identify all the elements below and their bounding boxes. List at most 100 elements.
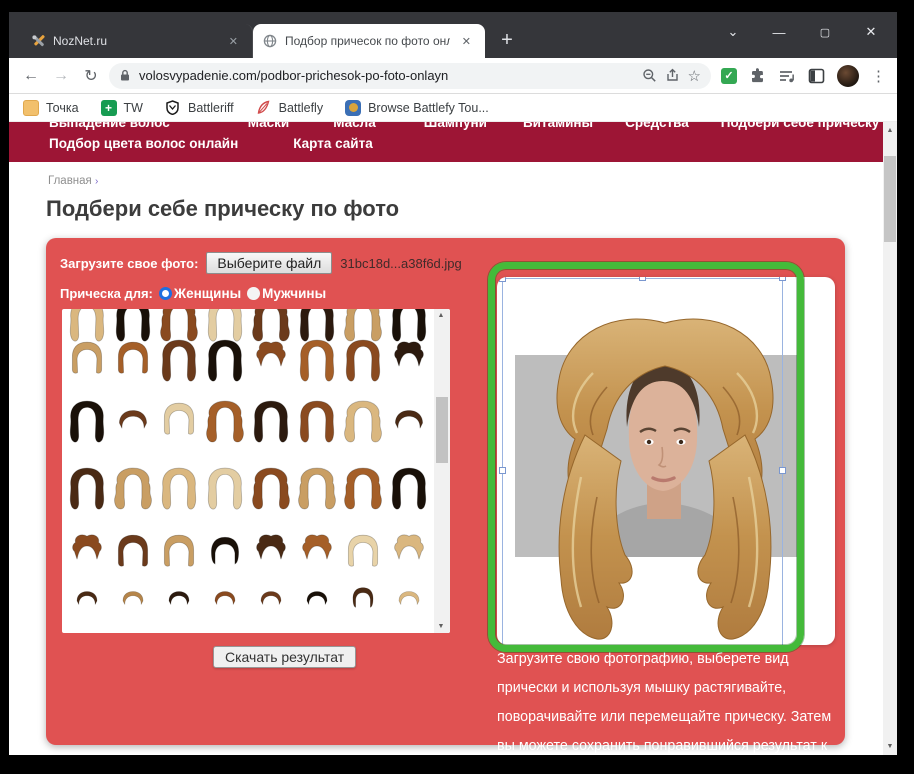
hairstyle-thumbnail[interactable] bbox=[346, 583, 380, 617]
hairstyle-thumbnail[interactable] bbox=[248, 399, 294, 445]
menu-kebab-icon[interactable]: ⋮ bbox=[871, 67, 885, 85]
profile-avatar[interactable] bbox=[837, 65, 859, 87]
hairstyle-thumbnail[interactable] bbox=[208, 583, 242, 617]
extensions-puzzle-icon[interactable] bbox=[749, 67, 766, 84]
download-result-button[interactable]: Скачать результат bbox=[213, 646, 356, 668]
hairstyle-thumbnail[interactable] bbox=[110, 337, 156, 385]
hairstyle-thumbnail[interactable] bbox=[156, 531, 202, 577]
browser-scrollbar[interactable]: ▲ ▼ bbox=[883, 122, 897, 755]
hairstyle-thumbnail[interactable] bbox=[294, 453, 340, 525]
new-tab-button[interactable]: + bbox=[493, 26, 521, 54]
hairstyle-thumbnail[interactable] bbox=[294, 531, 340, 577]
hairstyle-list-scrollbar[interactable]: ▲ ▼ bbox=[434, 309, 450, 633]
radio-icon[interactable] bbox=[159, 287, 172, 300]
hairstyle-thumbnail[interactable] bbox=[162, 583, 196, 617]
share-icon[interactable] bbox=[665, 68, 680, 83]
bookmark-item[interactable]: Точка bbox=[23, 100, 79, 116]
hairstyle-thumbnail[interactable] bbox=[340, 337, 386, 385]
side-panel-icon[interactable] bbox=[808, 68, 825, 84]
hairstyle-thumbnail[interactable] bbox=[340, 531, 386, 577]
hairstyle-thumbnail[interactable] bbox=[64, 453, 110, 525]
hairstyle-thumbnail[interactable] bbox=[386, 531, 432, 577]
hairstyle-thumbnail[interactable] bbox=[156, 337, 202, 385]
scroll-down-icon[interactable]: ▼ bbox=[883, 743, 897, 750]
gender-radio-selected[interactable]: Женщины bbox=[159, 286, 241, 301]
radio-icon[interactable] bbox=[247, 287, 260, 300]
bookmark-item[interactable]: Battlefly bbox=[256, 100, 323, 116]
reload-button[interactable]: ↻ bbox=[79, 64, 103, 88]
gender-radio-option[interactable]: Мужчины bbox=[247, 286, 326, 301]
hairstyle-thumbnail[interactable] bbox=[110, 453, 156, 525]
nav-link[interactable]: Подбор цвета волос онлайн bbox=[49, 136, 238, 151]
scroll-down-icon[interactable]: ▼ bbox=[434, 623, 448, 630]
nav-link[interactable]: Масла bbox=[333, 122, 376, 130]
hairstyle-list: ▲ ▼ bbox=[62, 309, 450, 633]
nav-link[interactable]: Шампуни bbox=[424, 122, 487, 130]
green-cross-icon: + bbox=[101, 100, 117, 116]
hairstyle-thumbnail[interactable] bbox=[248, 453, 294, 525]
gender-label: Прическа для: bbox=[60, 286, 153, 301]
hairstyle-thumbnail[interactable] bbox=[110, 399, 156, 445]
nav-link[interactable]: Средства bbox=[625, 122, 689, 130]
hairstyle-thumbnail[interactable] bbox=[64, 531, 110, 577]
breadcrumb-separator: › bbox=[95, 176, 98, 187]
minimize-button[interactable]: — bbox=[769, 25, 789, 40]
hairstyle-thumbnail[interactable] bbox=[110, 531, 156, 577]
nav-link[interactable]: Карта сайта bbox=[293, 136, 372, 151]
hairstyle-thumbnail[interactable] bbox=[202, 399, 248, 445]
scrollbar-thumb[interactable] bbox=[436, 397, 448, 463]
hairstyle-thumbnail[interactable] bbox=[116, 583, 150, 617]
hairstyle-thumbnail[interactable] bbox=[294, 337, 340, 385]
tab-close-icon[interactable]: ✕ bbox=[225, 33, 242, 50]
hairstyle-thumbnail[interactable] bbox=[386, 453, 432, 525]
hairstyle-thumbnail[interactable] bbox=[340, 399, 386, 445]
nav-link[interactable]: Маски bbox=[248, 122, 289, 130]
back-button[interactable]: ← bbox=[19, 64, 43, 88]
hairstyle-thumbnail[interactable] bbox=[392, 583, 426, 617]
maximize-button[interactable]: ▢ bbox=[815, 26, 835, 39]
bookmark-item[interactable]: +TW bbox=[101, 100, 143, 116]
breadcrumb-home-link[interactable]: Главная bbox=[48, 175, 92, 187]
bookmark-item[interactable]: Battleriff bbox=[165, 100, 234, 116]
choose-file-button[interactable]: Выберите файл bbox=[206, 252, 332, 274]
site-nav-row-1: Выпадение волос Маски Масла Шампуни Витамины… bbox=[49, 122, 883, 130]
hairstyle-thumbnail[interactable] bbox=[64, 399, 110, 445]
bookmark-item[interactable]: Browse Battlefy Tou... bbox=[345, 100, 489, 116]
hairstyle-thumbnail[interactable] bbox=[156, 399, 202, 445]
tab-search-chevron-icon[interactable]: ⌄ bbox=[723, 24, 743, 40]
hairstyle-thumbnail[interactable] bbox=[294, 399, 340, 445]
close-window-button[interactable]: ✕ bbox=[861, 24, 881, 40]
scrollbar-thumb[interactable] bbox=[884, 156, 896, 242]
nav-link[interactable]: Выпадение волос bbox=[49, 122, 170, 130]
upload-label: Загрузите свое фото: bbox=[60, 256, 198, 271]
address-bar[interactable]: volosvypadenie.com/podbor-prichesok-po-f… bbox=[109, 63, 711, 89]
tab-hairstyles[interactable]: Подбор причесок по фото онла ✕ bbox=[253, 24, 485, 58]
hairstyle-thumbnail[interactable] bbox=[248, 337, 294, 385]
tab-title: NozNet.ru bbox=[53, 34, 217, 48]
zoom-page-icon[interactable] bbox=[642, 68, 657, 83]
page-title: Подбери себе прическу по фото bbox=[46, 196, 399, 222]
hairstyle-thumbnail[interactable] bbox=[70, 583, 104, 617]
nav-link[interactable]: Витамины bbox=[523, 122, 593, 130]
tab-title: Подбор причесок по фото онла bbox=[285, 34, 450, 48]
forward-button[interactable]: → bbox=[49, 64, 73, 88]
hairstyle-thumbnail[interactable] bbox=[64, 337, 110, 385]
tab-noznet[interactable]: NozNet.ru ✕ bbox=[21, 24, 253, 58]
bookmark-star-icon[interactable]: ☆ bbox=[688, 67, 701, 85]
checkmark-extension-icon[interactable]: ✓ bbox=[721, 68, 737, 84]
hairstyle-thumbnail[interactable] bbox=[386, 399, 432, 445]
scroll-up-icon[interactable]: ▲ bbox=[883, 127, 897, 134]
hairstyle-thumbnail[interactable] bbox=[202, 453, 248, 525]
nav-link[interactable]: Подбери себе прическу по фото bbox=[721, 122, 883, 130]
hairstyle-thumbnail[interactable] bbox=[202, 337, 248, 385]
hairstyle-thumbnail[interactable] bbox=[340, 453, 386, 525]
hairstyle-thumbnail[interactable] bbox=[254, 583, 288, 617]
hairstyle-thumbnail[interactable] bbox=[386, 337, 432, 385]
hairstyle-thumbnail[interactable] bbox=[248, 531, 294, 577]
hairstyle-thumbnail[interactable] bbox=[202, 531, 248, 577]
tab-close-icon[interactable]: ✕ bbox=[458, 33, 475, 50]
playlist-extension-icon[interactable] bbox=[778, 68, 796, 84]
hairstyle-thumbnail[interactable] bbox=[300, 583, 334, 617]
hairstyle-thumbnail[interactable] bbox=[156, 453, 202, 525]
scroll-up-icon[interactable]: ▲ bbox=[434, 312, 448, 319]
